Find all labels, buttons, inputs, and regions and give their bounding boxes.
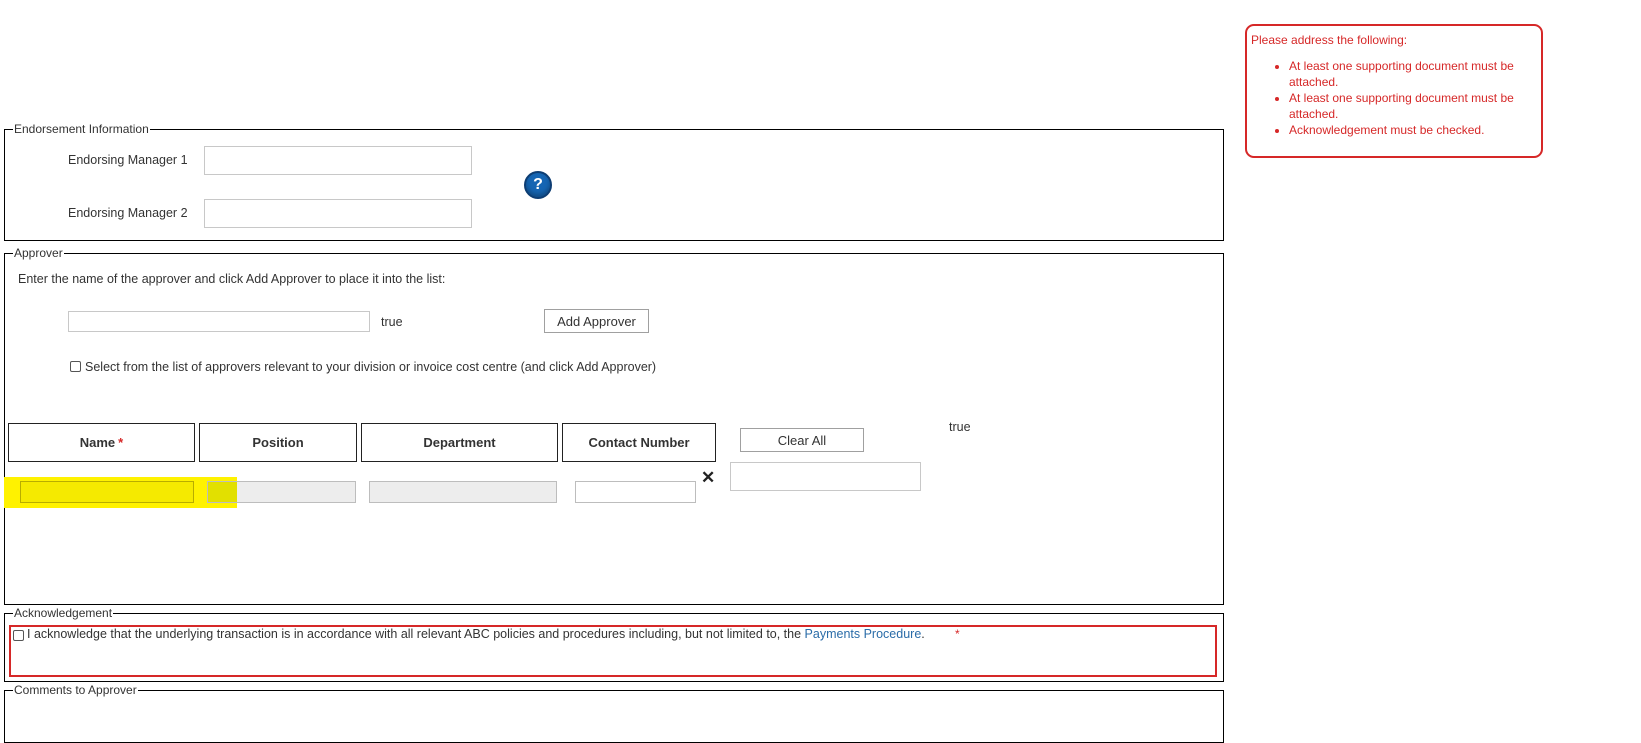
endorsement-section: Endorsement Information [4,122,1224,241]
endorsing-manager-2-label: Endorsing Manager 2 [68,206,188,220]
approver-position-cell[interactable] [207,481,356,503]
acknowledgement-required-marker: * [955,627,960,641]
validation-list: At least one supporting document must be… [1247,58,1541,138]
select-from-list-checkbox[interactable] [70,361,81,372]
validation-error-item: At least one supporting document must be… [1289,58,1541,90]
header-contact-text: Contact Number [588,435,690,450]
table-header-name: Name * [8,423,195,462]
help-icon[interactable]: ? [524,171,552,199]
select-from-list-label: Select from the list of approvers releva… [85,360,657,374]
payments-procedure-link[interactable]: Payments Procedure [805,627,922,641]
endorsing-manager-1-label: Endorsing Manager 1 [68,153,188,167]
add-approver-button[interactable]: Add Approver [544,309,649,333]
comments-legend: Comments to Approver [14,683,137,697]
table-header-position: Position [199,423,357,462]
approver-instructions: Enter the name of the approver and click… [18,272,446,286]
table-flag: true [949,420,971,434]
header-name-text: Name [79,435,116,450]
acknowledgement-statement: I acknowledge that the underlying transa… [27,627,805,641]
validation-error-item: Acknowledgement must be checked. [1289,122,1541,138]
endorsement-legend: Endorsement Information [14,122,149,136]
acknowledgement-legend: Acknowledgement [14,606,113,620]
approver-contact-cell[interactable] [575,481,696,503]
validation-error-item: At least one supporting document must be… [1289,90,1541,122]
comments-section: Comments to Approver [4,683,1224,743]
endorsing-manager-2-input[interactable] [204,199,472,228]
approver-name-input[interactable] [68,311,370,332]
approver-department-cell[interactable] [369,481,557,503]
help-icon-glyph: ? [533,176,543,193]
remove-row-icon[interactable]: ✕ [701,468,715,488]
clear-all-button[interactable]: Clear All [740,428,864,452]
header-department-text: Department [423,435,496,450]
validation-heading: Please address the following: [1251,33,1408,47]
table-header-department: Department [361,423,558,462]
approver-name-cell[interactable] [20,481,194,503]
endorsing-manager-1-input[interactable] [204,146,472,175]
table-header-contact: Contact Number [562,423,716,462]
required-marker: * [118,435,124,450]
acknowledgement-period: . [921,627,925,641]
approver-input-flag: true [381,315,403,329]
approver-legend: Approver [14,246,63,260]
acknowledgement-checkbox[interactable] [13,630,24,641]
approver-extra-field[interactable] [730,462,921,491]
acknowledgement-text: I acknowledge that the underlying transa… [27,627,925,641]
validation-summary: Please address the following: At least o… [1245,24,1543,158]
header-position-text: Position [252,435,304,450]
